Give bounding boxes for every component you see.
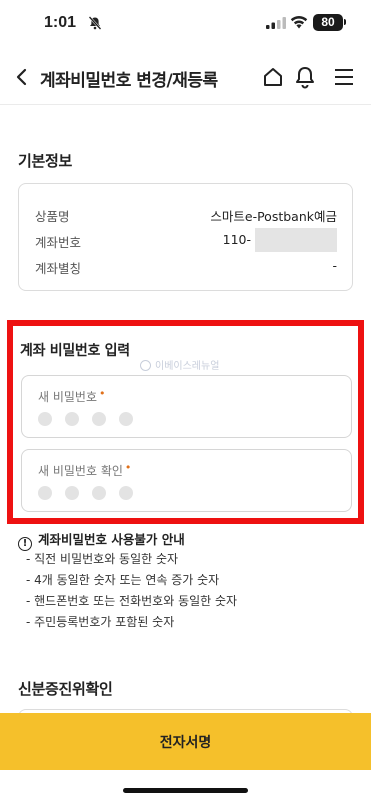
guide-item: - 4개 동일한 숫자 또는 연속 증가 숫자 <box>26 573 220 587</box>
required-mark: • <box>124 461 132 474</box>
product-name-value: 스마트e-Postbank예금 <box>210 209 337 224</box>
guide-item: - 핸드폰번호 또는 전화번호와 동일한 숫자 <box>26 594 238 608</box>
status-bar: 1:01 80 <box>0 0 371 48</box>
info-row-product: 상품명 스마트e-Postbank예금 <box>35 206 337 224</box>
status-time: 1:01 <box>44 14 77 31</box>
watermark-logo-icon <box>140 360 151 371</box>
guide-title: ! 계좌비밀번호 사용불가 안내 <box>18 529 185 551</box>
back-arrow-icon[interactable] <box>12 66 34 88</box>
bell-off-icon <box>88 16 102 30</box>
new-password-dots <box>38 411 146 430</box>
account-alias-label: 계좌별칭 <box>35 261 82 276</box>
confirm-password-label: 새 비밀번호 확인 • <box>38 461 132 479</box>
pin-dot <box>119 486 133 500</box>
pin-dot <box>119 412 133 426</box>
new-password-field[interactable]: 새 비밀번호 • <box>21 375 352 438</box>
pin-dot <box>92 486 106 500</box>
info-row-alias: 계좌별칭 - <box>35 258 337 276</box>
guide-item: - 직전 비밀번호와 동일한 숫자 <box>26 552 179 566</box>
home-icon[interactable] <box>262 66 284 88</box>
new-password-label-text: 새 비밀번호 <box>38 390 98 404</box>
app-header: 계좌비밀번호 변경/재등록 <box>0 56 371 100</box>
new-password-label: 새 비밀번호 • <box>38 387 106 405</box>
watermark: 이베이스레뉴얼 <box>140 357 219 372</box>
pin-dot <box>38 412 52 426</box>
guide-item: - 주민등록번호가 포함된 숫자 <box>26 615 175 629</box>
identity-title: 신분증진위확인 <box>18 680 113 698</box>
info-icon: ! <box>18 537 32 551</box>
pin-dot <box>65 412 79 426</box>
product-name-label: 상품명 <box>35 209 70 224</box>
account-alias-value: - <box>332 258 337 273</box>
battery-tip <box>344 19 346 25</box>
account-number-value: 110- <box>222 232 251 247</box>
cellular-signal-icon <box>266 17 286 29</box>
basic-info-card: 상품명 스마트e-Postbank예금 계좌번호 110- 계좌별칭 - <box>18 183 353 291</box>
battery-indicator: 80 <box>313 14 343 31</box>
hamburger-menu-icon[interactable] <box>334 67 354 87</box>
password-section-title: 계좌 비밀번호 입력 <box>20 343 130 359</box>
pin-dot <box>92 412 106 426</box>
info-row-account: 계좌번호 110- <box>35 228 337 252</box>
home-indicator <box>123 788 248 793</box>
guide-title-text: 계좌비밀번호 사용불가 안내 <box>38 532 185 547</box>
account-number-label: 계좌번호 <box>35 235 82 250</box>
required-mark: • <box>99 387 106 400</box>
e-signature-button[interactable]: 전자서명 <box>0 713 371 770</box>
page-title: 계좌비밀번호 변경/재등록 <box>40 71 218 91</box>
wifi-icon <box>290 16 308 29</box>
header-divider <box>0 104 371 105</box>
confirm-password-field[interactable]: 새 비밀번호 확인 • <box>21 449 352 512</box>
bell-icon[interactable] <box>294 65 316 89</box>
basic-info-title: 기본정보 <box>18 152 73 170</box>
account-number-mask <box>255 228 337 252</box>
watermark-text: 이베이스레뉴얼 <box>155 361 220 372</box>
pin-dot <box>65 486 79 500</box>
pin-dot <box>38 486 52 500</box>
confirm-password-label-text: 새 비밀번호 확인 <box>38 464 123 478</box>
confirm-password-dots <box>38 485 146 504</box>
